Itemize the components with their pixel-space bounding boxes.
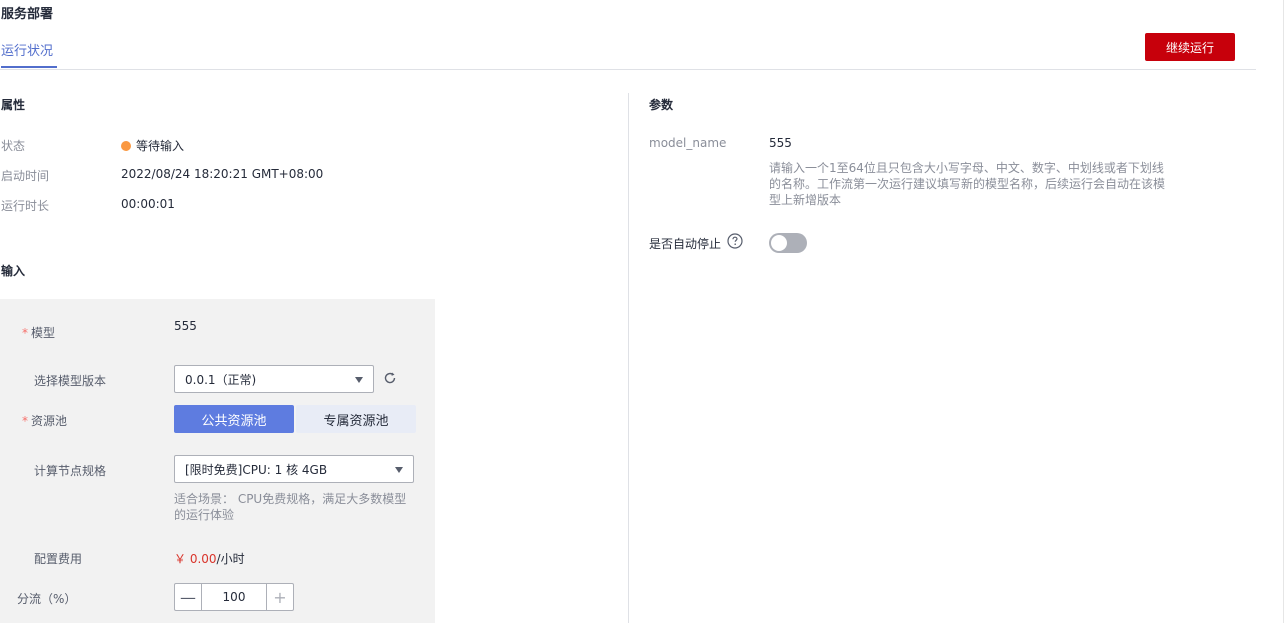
auto-stop-label: 是否自动停止 [649, 237, 722, 251]
status-value: 等待输入 [121, 137, 184, 154]
start-time-label: 启动时间 [1, 169, 50, 183]
duration-value: 00:00:01 [121, 197, 175, 211]
refresh-icon[interactable] [383, 371, 397, 385]
compute-spec-select[interactable]: [限时免费]CPU: 1 核 4GB [174, 455, 414, 483]
tab-run-status[interactable]: 运行状况 [1, 40, 53, 59]
duration-label: 运行时长 [1, 199, 50, 213]
model-label: * 模型 [22, 326, 56, 340]
tab-active-indicator [1, 66, 57, 68]
column-divider [628, 93, 629, 623]
required-mark: * [22, 414, 28, 428]
params-title: 参数 [649, 98, 674, 112]
toggle-knob [771, 235, 787, 251]
required-mark: * [22, 326, 28, 340]
model-version-value: 0.0.1（正常) [185, 372, 257, 387]
tab-divider [0, 69, 1256, 70]
version-label: 选择模型版本 [34, 374, 107, 388]
properties-title: 属性 [1, 98, 26, 112]
model-value: 555 [174, 319, 197, 333]
spec-label: 计算节点规格 [34, 464, 107, 478]
spec-hint: 适合场景： CPU免费规格，满足大多数模型 的运行体验 [174, 492, 407, 522]
status-dot-icon [121, 141, 131, 151]
split-value[interactable]: 100 [202, 584, 266, 610]
model-name-label: model_name [649, 136, 727, 150]
compute-spec-value: [限时免费]CPU: 1 核 4GB [185, 462, 328, 477]
status-text: 等待输入 [136, 139, 185, 153]
input-title: 输入 [1, 264, 26, 278]
public-pool-button[interactable]: 公共资源池 [174, 405, 294, 433]
chevron-down-icon [395, 467, 403, 473]
split-stepper: — 100 + [174, 583, 294, 611]
chevron-down-icon [355, 377, 363, 383]
cost-value: ￥ 0.00/小时 [174, 552, 245, 566]
auto-stop-toggle[interactable] [769, 233, 807, 253]
model-version-select[interactable]: 0.0.1（正常) [174, 365, 374, 393]
continue-run-button[interactable]: 继续运行 [1145, 33, 1235, 61]
cost-label: 配置费用 [34, 552, 83, 566]
increment-button[interactable]: + [266, 584, 293, 610]
status-label: 状态 [1, 139, 26, 153]
start-time-value: 2022/08/24 18:20:21 GMT+08:00 [121, 167, 324, 181]
dedicated-pool-button[interactable]: 专属资源池 [296, 405, 416, 433]
pool-label: * 资源池 [22, 414, 68, 428]
page-title: 服务部署 [1, 7, 54, 22]
model-name-value: 555 [769, 136, 792, 150]
decrement-button[interactable]: — [175, 584, 202, 610]
split-label: 分流（%） [17, 592, 77, 606]
model-name-hint: 请输入一个1至64位且只包含大小写字母、中文、数字、中划线或者下划线 的名称。工… [769, 161, 1166, 207]
question-circle-icon[interactable] [727, 233, 743, 249]
